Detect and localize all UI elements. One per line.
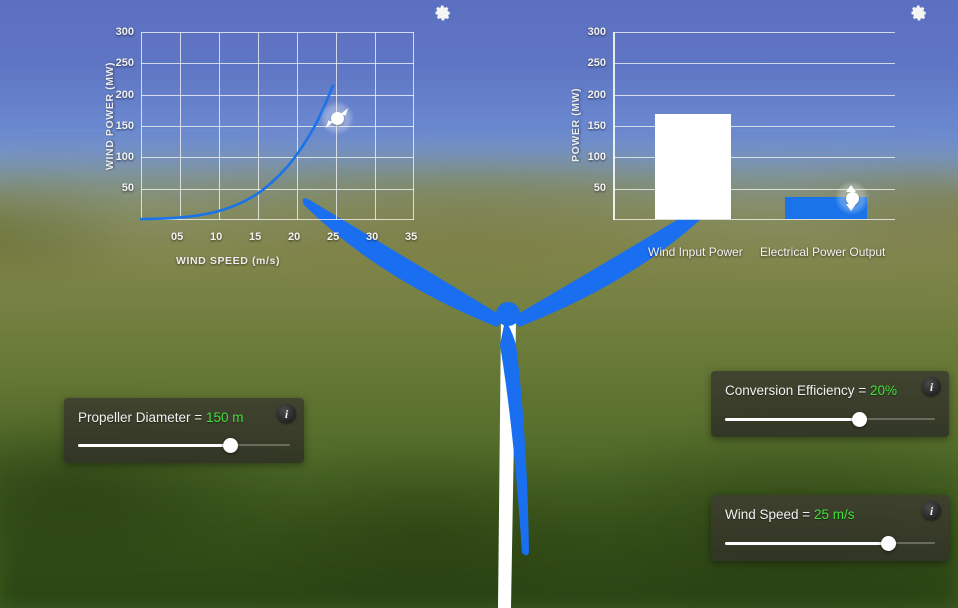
propeller-diameter-text: Propeller Diameter = <box>78 410 203 425</box>
slider-conversion-efficiency[interactable] <box>725 410 935 428</box>
slider-wind-speed[interactable] <box>725 534 935 552</box>
right-chart-ytick: 100 <box>587 151 606 163</box>
slider-propeller-diameter[interactable] <box>78 436 290 454</box>
left-chart-xtick: 25 <box>327 231 340 243</box>
gridline-h <box>613 32 895 33</box>
wind-speed-drag-handle[interactable] <box>320 101 354 135</box>
conversion-efficiency-label: Conversion Efficiency = 20% <box>725 383 935 398</box>
left-chart-xtick: 20 <box>288 231 301 243</box>
slider-thumb[interactable] <box>223 438 239 453</box>
left-chart-x-axis-label: WIND SPEED (m/s) <box>175 255 281 267</box>
left-chart-plot-area <box>139 32 414 221</box>
left-chart-ytick: 50 <box>121 182 134 194</box>
gear-icon-left-chart[interactable] <box>434 4 452 22</box>
gridline-h <box>613 63 895 65</box>
drag-handle-knob <box>845 191 859 205</box>
bar-wind-input-power[interactable] <box>655 114 731 219</box>
slider-track-filled <box>725 417 860 421</box>
conversion-efficiency-value: 20% <box>869 383 897 398</box>
drag-arrow-up-right <box>340 106 349 116</box>
wind-speed-text: Wind Speed = <box>725 507 811 522</box>
gear-icon-right-chart[interactable] <box>910 4 928 22</box>
gear-icon <box>911 5 927 21</box>
right-chart-ytick: 250 <box>587 57 606 69</box>
wind-power-curve-chart: WIND POWER (MW) 300 250 200 150 100 50 0… <box>0 0 470 280</box>
gridline-h <box>613 94 895 96</box>
gridline-h <box>613 219 895 220</box>
left-chart-xtick: 35 <box>405 231 418 243</box>
left-chart-ytick: 300 <box>115 26 134 38</box>
left-chart-ytick: 250 <box>115 57 134 69</box>
left-chart-xtick: 15 <box>249 231 262 243</box>
propeller-diameter-value: 150 m <box>205 410 244 425</box>
panel-conversion-efficiency: Conversion Efficiency = 20% i <box>711 371 949 437</box>
info-button-conversion-efficiency[interactable]: i <box>922 377 941 396</box>
panel-wind-speed: Wind Speed = 25 m/s i <box>711 495 949 561</box>
slider-thumb[interactable] <box>851 412 867 427</box>
left-chart-ytick: 150 <box>115 120 134 132</box>
right-chart-ytick: 150 <box>587 120 606 132</box>
right-chart-category-label: Wind Input Power <box>648 245 743 259</box>
propeller-diameter-label: Propeller Diameter = 150 m <box>78 410 290 425</box>
slider-track-filled <box>725 541 889 545</box>
drag-arrow-down-left <box>325 120 334 130</box>
right-chart-category-label: Electrical Power Output <box>760 245 886 259</box>
drag-arrow-down <box>846 204 856 211</box>
left-chart-xtick: 30 <box>366 231 379 243</box>
conversion-efficiency-text: Conversion Efficiency = <box>725 383 867 398</box>
right-chart-ytick: 200 <box>587 89 606 101</box>
right-chart-ytick: 300 <box>587 26 606 38</box>
wind-speed-value: 25 m/s <box>813 507 855 522</box>
info-button-propeller-diameter[interactable]: i <box>277 404 296 423</box>
electrical-power-drag-handle[interactable] <box>835 181 869 215</box>
slider-track-filled <box>78 443 231 447</box>
right-chart-y-axis-spine <box>613 32 615 220</box>
wind-speed-label: Wind Speed = 25 m/s <box>725 507 935 522</box>
left-chart-ytick: 100 <box>115 151 134 163</box>
wind-power-curve-line <box>139 84 335 221</box>
gear-icon <box>435 5 451 21</box>
left-chart-xtick: 10 <box>210 231 223 243</box>
power-comparison-chart: POWER (MW) 300 250 200 150 100 50 Wind I… <box>470 0 958 280</box>
left-chart-ytick: 200 <box>115 89 134 101</box>
info-button-wind-speed[interactable]: i <box>922 501 941 520</box>
drag-arrow-up <box>846 185 856 192</box>
slider-thumb[interactable] <box>881 536 897 551</box>
left-chart-xtick: 05 <box>171 231 184 243</box>
panel-propeller-diameter: Propeller Diameter = 150 m i <box>64 398 304 463</box>
right-chart-ytick: 50 <box>593 182 606 194</box>
